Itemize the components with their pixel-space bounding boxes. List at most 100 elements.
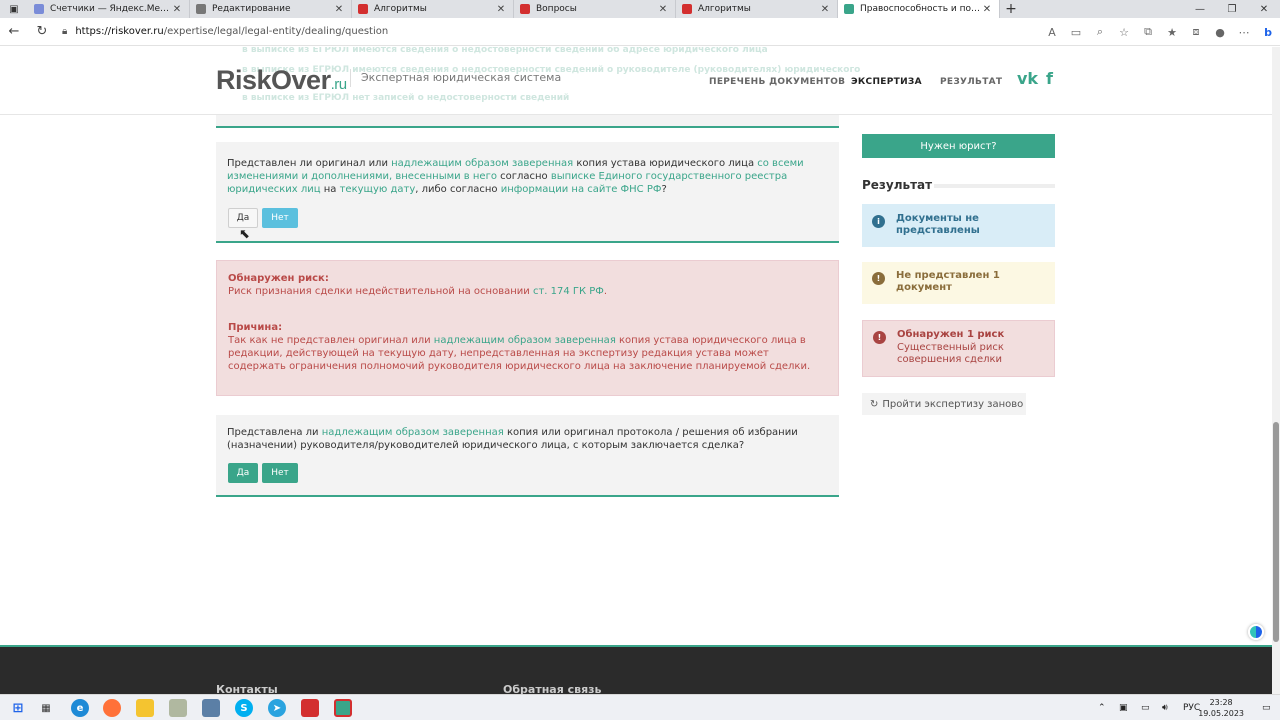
browser-tab[interactable]: Алгоритмы ✕ (676, 0, 838, 18)
nav-expertise[interactable]: ЭКСПЕРТИЗА (851, 77, 922, 87)
edge-icon[interactable]: e (71, 699, 89, 717)
browser-tab-bar: ▣ Счетчики — Яндекс.Метрика ✕ Редактиров… (0, 0, 1280, 18)
windows-taskbar: ⊞ ▦ e S ➤ ⌃ ▣ ▭ 🔊︎ РУС 23:28 19.05.2023 … (0, 694, 1280, 720)
app-icon[interactable] (334, 699, 352, 717)
favorite-star-icon[interactable]: ☆ (1112, 26, 1136, 39)
lock-icon: 🔒︎ (62, 26, 68, 37)
notifications-icon[interactable]: ▭ (1262, 695, 1271, 721)
favorites-icon[interactable]: ★ (1160, 26, 1184, 39)
new-tab-icon[interactable]: + (1000, 1, 1022, 17)
term-link[interactable]: надлежащим образом заверенная (434, 335, 616, 346)
term-link[interactable]: текущую дату (340, 184, 416, 195)
refresh-icon: ↻ (870, 398, 879, 410)
app-icon[interactable] (301, 699, 319, 717)
law-article-link[interactable]: ст. 174 ГК РФ (533, 286, 604, 297)
status-risk: ! Обнаружен 1 риск Существенный риск сов… (862, 320, 1055, 377)
info-icon: i (872, 215, 885, 228)
restart-expertise-button[interactable]: ↻ Пройти экспертизу заново (862, 393, 1026, 415)
zoom-icon[interactable]: ⌕ (1088, 25, 1112, 39)
browser-tab[interactable]: Редактирование ✕ (190, 0, 352, 18)
browser-tab[interactable]: Вопросы ✕ (514, 0, 676, 18)
web-page: в выписке из ЕГРЮЛ имеются сведения о не… (0, 47, 1272, 694)
vk-icon[interactable]: vk (1017, 69, 1038, 88)
reload-icon[interactable]: ↻ (28, 18, 56, 46)
term-link[interactable]: информации на сайте ФНС РФ (501, 184, 662, 195)
task-view-icon[interactable]: ▦ (37, 699, 55, 717)
reason-heading: Причина: (228, 322, 283, 333)
risk-alert: Обнаружен риск: Риск признания сделки не… (216, 260, 839, 396)
need-lawyer-button[interactable]: Нужен юрист? (862, 134, 1055, 158)
extensions-icon[interactable]: ⧉ (1136, 25, 1160, 39)
read-aloud-icon[interactable]: A (1040, 26, 1064, 39)
profile-icon[interactable]: ● (1208, 26, 1232, 39)
app-icon[interactable] (169, 699, 187, 717)
edit-favicon-icon (196, 4, 206, 14)
tab-close-icon[interactable]: ✕ (819, 4, 831, 15)
facebook-icon[interactable]: f (1046, 69, 1053, 88)
firefox-icon[interactable] (103, 699, 121, 717)
tab-close-icon[interactable]: ✕ (657, 4, 669, 15)
browser-address-bar: ← ↻ 🔒︎ https://riskover.ru/expertise/leg… (0, 18, 1280, 46)
term-link[interactable]: надлежащим образом заверенная (391, 158, 573, 169)
no-button[interactable]: Нет (262, 208, 298, 228)
mouse-cursor-icon: ⬉ (239, 227, 250, 242)
term-link[interactable]: надлежащим образом заверенная (322, 427, 504, 438)
restore-icon[interactable]: ❐ (1216, 0, 1248, 18)
battery-icon[interactable]: ▭ (1141, 695, 1150, 721)
clock-time: 23:28 (1209, 698, 1233, 707)
minimize-icon[interactable]: — (1184, 0, 1216, 18)
url-field[interactable]: 🔒︎ https://riskover.ru/expertise/legal/l… (62, 26, 388, 37)
tab-title: Алгоритмы (374, 4, 427, 14)
site-favicon-icon (358, 4, 368, 14)
question-text: Представлена ли надлежащим образом завер… (227, 427, 798, 451)
tab-actions-icon[interactable]: ▣ (0, 0, 28, 18)
bing-icon[interactable]: b (1256, 26, 1280, 39)
tab-close-icon[interactable]: ✕ (333, 4, 345, 15)
status-title: Обнаружен 1 риск (897, 329, 1005, 340)
status-warning: ! Не представлен 1 документ (862, 262, 1055, 304)
browser-tab[interactable]: Счетчики — Яндекс.Метрика ✕ (28, 0, 190, 18)
site-logo[interactable]: RiskOver.ru (216, 65, 347, 96)
clock[interactable]: 23:28 19.05.2023 (1198, 697, 1244, 719)
app-icon[interactable] (202, 699, 220, 717)
more-icon[interactable]: ⋯ (1232, 26, 1256, 39)
site-favicon-icon (682, 4, 692, 14)
tab-close-icon[interactable]: ✕ (171, 4, 183, 15)
close-window-icon[interactable]: ✕ (1248, 0, 1280, 18)
volume-icon[interactable]: 🔊︎ (1162, 695, 1168, 721)
back-icon[interactable]: ← (0, 18, 28, 46)
status-text: Документы не представлены (896, 213, 980, 236)
page-scrollbar[interactable] (1272, 47, 1280, 694)
tab-title: Счетчики — Яндекс.Метрика (50, 4, 171, 14)
site-footer: Контакты Обратная связь (0, 645, 1272, 694)
edge-assistant-icon[interactable] (1248, 624, 1264, 640)
footer-contacts: Контакты (216, 683, 278, 694)
start-icon[interactable]: ⊞ (9, 699, 27, 717)
skype-icon[interactable]: S (235, 699, 253, 717)
nav-result[interactable]: РЕЗУЛЬТАТ (940, 77, 1002, 87)
tab-close-icon[interactable]: ✕ (495, 4, 507, 15)
risk-text: Риск признания сделки недействительной н… (228, 286, 608, 297)
site-favicon-icon (520, 4, 530, 14)
tray-chevron-icon[interactable]: ⌃ (1098, 695, 1106, 721)
tray-app-icon[interactable]: ▣ (1119, 695, 1128, 721)
browser-tab-active[interactable]: Правоспособность и полномо... ✕ (838, 0, 1000, 18)
question-card: Представлена ли надлежащим образом завер… (216, 415, 839, 497)
file-explorer-icon[interactable] (136, 699, 154, 717)
nav-documents[interactable]: ПЕРЕЧЕНЬ ДОКУМЕНТОВ (709, 77, 845, 87)
tab-close-icon[interactable]: ✕ (981, 4, 993, 15)
yes-button[interactable]: Да (228, 463, 258, 483)
scrollbar-thumb[interactable] (1273, 422, 1279, 642)
browser-tab[interactable]: Алгоритмы ✕ (352, 0, 514, 18)
reader-icon[interactable]: ▭ (1064, 26, 1088, 39)
riskover-favicon-icon (844, 4, 854, 14)
tab-title: Правоспособность и полномо... (860, 4, 981, 14)
metrika-favicon-icon (34, 4, 44, 14)
telegram-icon[interactable]: ➤ (268, 699, 286, 717)
collections-icon[interactable]: ⧈ (1184, 25, 1208, 39)
yes-button[interactable]: Да (228, 208, 258, 228)
no-button[interactable]: Нет (262, 463, 298, 483)
status-text: Не представлен 1 документ (896, 270, 1000, 293)
tab-title: Алгоритмы (698, 4, 751, 14)
footer-feedback: Обратная связь (503, 683, 602, 694)
